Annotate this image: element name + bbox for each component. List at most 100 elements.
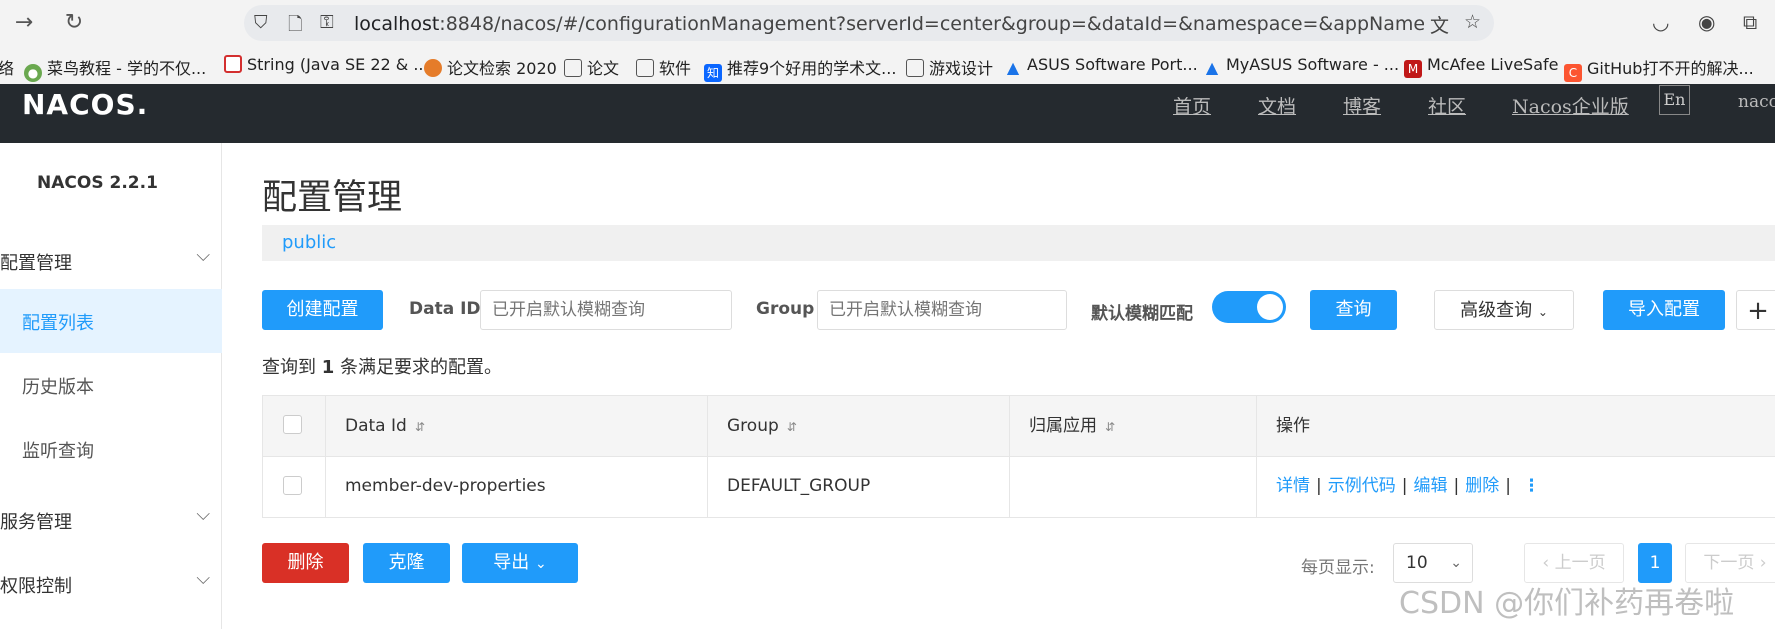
bookmark-item[interactable]: ▲ MyASUS Software - ... (1203, 55, 1399, 77)
group-input[interactable] (817, 290, 1067, 330)
row-checkbox-cell (263, 457, 326, 517)
sidebar-title: NACOS 2.2.1 (37, 173, 158, 193)
bookmark-item[interactable]: ▲ ASUS Software Port... (1004, 55, 1198, 77)
export-button[interactable]: 导出 ⌄ (462, 543, 578, 583)
chevron-down-icon: ⌵ (196, 504, 210, 525)
shield-icon[interactable]: ⛉ (254, 12, 268, 33)
main-content: 配置管理 public 创建配置 Data ID Group 默认模糊匹配 查询… (222, 143, 1775, 629)
bookmark-item[interactable]: String (Java SE 22 & ... (224, 55, 429, 74)
sidebar-item-label: 配置列表 (22, 313, 94, 334)
data-id-input[interactable] (480, 290, 732, 330)
bookmark-item[interactable]: 软件 (636, 55, 691, 79)
sidebar-group-label: 权限控制 (0, 576, 72, 597)
header-checkbox-cell (263, 396, 326, 456)
pocket-icon[interactable]: ◡ (1652, 10, 1669, 34)
url-text[interactable]: localhost:8848/nacos/#/configurationMana… (354, 13, 1424, 35)
nav-enterprise[interactable]: Nacos企业版 (1512, 92, 1629, 119)
config-table: Data Id ⇵ Group ⇵ 归属应用 ⇵ 操作 member-dev-prop… (262, 395, 1775, 518)
sidebar-group-service[interactable]: 服务管理 ⌵ (0, 500, 222, 540)
bookmark-item[interactable]: 知推荐9个好用的学术文... (704, 55, 896, 82)
advanced-query-button[interactable]: 高级查询 ⌄ (1434, 290, 1574, 330)
nacos-logo[interactable]: NACOS. (22, 88, 148, 121)
folder-icon (636, 59, 654, 77)
nav-home[interactable]: 首页 (1173, 92, 1211, 119)
bookmark-item[interactable]: 络 (0, 55, 14, 79)
extensions-icon[interactable]: ⧉ (1743, 10, 1757, 34)
language-switch[interactable]: En (1659, 85, 1690, 115)
cell-app (1010, 457, 1257, 517)
bookmark-item[interactable]: 论文检索 2020 (424, 55, 557, 79)
key-icon[interactable]: ⚿ (320, 12, 334, 33)
plus-icon[interactable]: + (1736, 290, 1775, 330)
header-group[interactable]: Group ⇵ (708, 396, 1010, 456)
result-summary: 查询到 1 条满足要求的配置。 (262, 357, 502, 378)
sort-icon[interactable]: ⇵ (787, 420, 797, 434)
import-config-button[interactable]: 导入配置 (1603, 290, 1725, 330)
bookmark-item[interactable]: C GitHub打不开的解决... (1564, 55, 1754, 82)
bookmarks-bar: 络 ● 菜鸟教程 - 学的不仅... String (Java SE 22 & .… (0, 46, 1775, 84)
row-checkbox[interactable] (283, 476, 302, 495)
chevron-down-icon: ⌵ (196, 568, 210, 589)
forward-icon[interactable]: → (10, 9, 38, 37)
sidebar-item-config-list[interactable]: 配置列表 (0, 289, 222, 353)
select-all-checkbox[interactable] (283, 415, 302, 434)
page-size-select[interactable]: 10 ⌄ (1393, 543, 1473, 583)
query-button[interactable]: 查询 (1310, 290, 1397, 330)
page-title: 配置管理 (262, 178, 403, 218)
prev-page-button[interactable]: ‹ 上一页 (1524, 543, 1624, 583)
mcafee-icon: M (1404, 60, 1422, 78)
cell-group: DEFAULT_GROUP (708, 457, 1010, 517)
nav-docs[interactable]: 文档 (1258, 92, 1296, 119)
bookmark-item[interactable]: 论文 (564, 55, 619, 79)
chevron-down-icon: ⌄ (1537, 305, 1548, 319)
cell-data-id: member-dev-properties (326, 457, 708, 517)
table-row: member-dev-properties DEFAULT_GROUP 详情 | 示… (263, 457, 1775, 517)
browser-toolbar: → ↻ ⛉ 🗋 ⚿ localhost:8848/nacos/#/configu… (0, 0, 1775, 46)
data-id-label: Data ID (409, 299, 481, 319)
header-app[interactable]: 归属应用 ⇵ (1010, 396, 1257, 456)
asus-icon: ▲ (1006, 58, 1020, 77)
detail-link[interactable]: 详情 (1276, 476, 1310, 496)
star-icon[interactable]: ☆ (1464, 11, 1481, 33)
sidebar-group-label: 服务管理 (0, 512, 72, 533)
clone-button[interactable]: 克隆 (363, 543, 450, 583)
page-size-label: 每页显示: (1301, 558, 1375, 578)
header-ops: 操作 (1276, 416, 1310, 436)
sidebar-group-label: 配置管理 (0, 253, 72, 274)
sidebar-group-auth[interactable]: 权限控制 ⌵ (0, 564, 222, 604)
nav-community[interactable]: 社区 (1428, 92, 1466, 119)
edit-link[interactable]: 编辑 (1413, 476, 1447, 496)
bookmark-item[interactable]: M McAfee LiveSafe (1404, 55, 1559, 78)
sidebar-item-history[interactable]: 历史版本 (0, 353, 222, 417)
globe-icon (424, 59, 442, 77)
sidebar-item-listener[interactable]: 监听查询 (0, 417, 222, 481)
translate-icon[interactable]: 文 (1430, 11, 1449, 38)
sidebar-group-config[interactable]: 配置管理 ⌵ (0, 241, 222, 281)
zhihu-icon: 知 (704, 64, 722, 82)
sample-code-link[interactable]: 示例代码 (1328, 476, 1396, 496)
more-options-icon[interactable]: ⋮ (1523, 476, 1540, 496)
sort-icon[interactable]: ⇵ (1105, 420, 1115, 434)
fuzzy-match-toggle[interactable] (1212, 291, 1286, 323)
runoob-icon: ● (24, 64, 42, 82)
batch-delete-button[interactable]: 删除 (262, 543, 349, 583)
reload-icon[interactable]: ↻ (60, 9, 88, 37)
account-icon[interactable]: ◉ (1698, 10, 1715, 34)
namespace-public[interactable]: public (282, 232, 336, 253)
next-page-button[interactable]: 下一页 › (1685, 543, 1775, 583)
folder-icon (906, 59, 924, 77)
nav-user[interactable]: nacos (1738, 92, 1775, 112)
chevron-down-icon: ⌄ (535, 556, 547, 572)
sort-icon[interactable]: ⇵ (415, 420, 425, 434)
page-number-1[interactable]: 1 (1638, 543, 1672, 583)
csdn-watermark: CSDN @你们补药再卷啦 (1399, 586, 1735, 621)
bookmark-item[interactable]: 游戏设计 (906, 55, 993, 79)
bookmark-item[interactable]: ● 菜鸟教程 - 学的不仅... (24, 55, 206, 82)
create-config-button[interactable]: 创建配置 (262, 290, 383, 330)
namespace-bar: public (262, 225, 1775, 261)
delete-link[interactable]: 删除 (1465, 476, 1499, 496)
chevron-down-icon: ⌄ (1450, 555, 1462, 571)
header-data-id[interactable]: Data Id ⇵ (326, 396, 708, 456)
address-bar[interactable]: ⛉ 🗋 ⚿ localhost:8848/nacos/#/configurati… (244, 5, 1494, 41)
nav-blog[interactable]: 博客 (1343, 92, 1381, 119)
